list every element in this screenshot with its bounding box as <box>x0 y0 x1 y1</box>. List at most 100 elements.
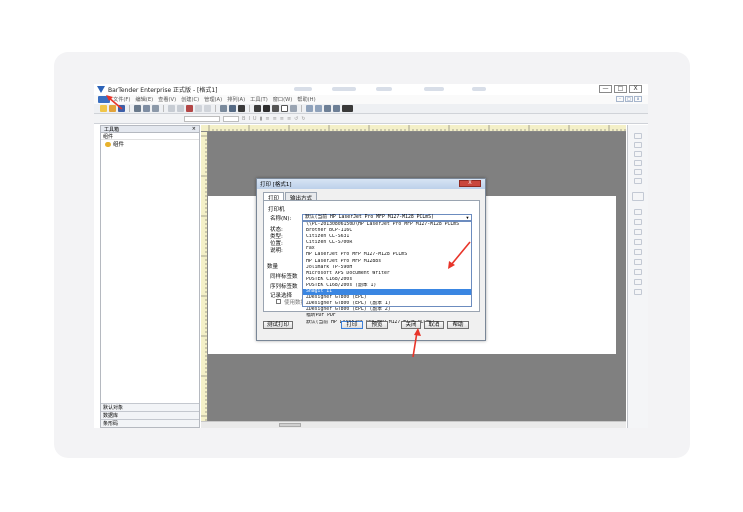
mdi-close-button[interactable]: x <box>634 96 642 102</box>
toolbox-tab-default-objects[interactable]: 默认对象 <box>101 403 199 411</box>
align-left-icon[interactable] <box>634 160 642 166</box>
database-icon[interactable] <box>333 105 340 112</box>
distribute-v-icon[interactable] <box>634 219 642 225</box>
horizontal-scrollbar[interactable] <box>201 421 626 428</box>
italic-icon[interactable]: I <box>248 116 249 122</box>
blur-region <box>424 87 444 91</box>
close-button[interactable]: X <box>629 85 642 93</box>
bring-front-icon[interactable] <box>634 259 642 265</box>
vertical-ruler <box>201 132 208 421</box>
help-button[interactable]: 帮助 <box>447 321 469 329</box>
tree-item-components[interactable]: 组件 <box>101 140 199 148</box>
panel-toggle-icon[interactable] <box>632 192 644 201</box>
same-width-icon[interactable] <box>634 229 642 235</box>
menu-help[interactable]: 帮助(H) <box>297 96 315 103</box>
rectangle-icon[interactable] <box>281 105 288 112</box>
horizontal-ruler <box>201 125 626 132</box>
menu-edit[interactable]: 编辑(E) <box>135 96 153 103</box>
menu-tools[interactable]: 工具(T) <box>250 96 268 103</box>
undo-icon[interactable] <box>195 105 202 112</box>
menu-create[interactable]: 创建(C) <box>181 96 199 103</box>
copy-icon[interactable] <box>177 105 184 112</box>
text-icon[interactable] <box>263 105 270 112</box>
close-dialog-button[interactable]: 关闭 <box>401 321 421 329</box>
blur-region <box>376 87 392 91</box>
use-database-checkbox[interactable] <box>276 299 281 304</box>
toolbox-tab-components[interactable]: 组件 <box>101 133 199 140</box>
text-cursor-icon[interactable] <box>238 105 245 112</box>
component-icon <box>105 141 111 147</box>
barcode-icon[interactable] <box>254 105 261 112</box>
align-bottom-icon[interactable] <box>634 151 642 157</box>
rotate-left-icon[interactable]: ↺ <box>294 116 298 122</box>
same-size-icon[interactable] <box>634 249 642 255</box>
toolbox-close-button[interactable]: × <box>192 126 196 132</box>
redo-icon[interactable] <box>204 105 211 112</box>
paste-icon[interactable] <box>186 105 193 112</box>
menu-file[interactable]: 文件(F) <box>113 96 130 103</box>
justify-icon[interactable]: ≡ <box>287 116 291 122</box>
print-button[interactable]: 打印 <box>341 321 363 329</box>
cut-icon[interactable] <box>168 105 175 112</box>
format-toolbar: B I U ▮ ≡ ≡ ≡ ≡ ↺ ↻ <box>94 114 648 124</box>
app-logo-icon <box>97 86 105 93</box>
maximize-button[interactable]: □ <box>614 85 627 93</box>
printer-dropdown-list: \\PC-20130806150D\HP LaserJet Pro MFP M1… <box>302 221 472 325</box>
font-name-field[interactable] <box>184 115 220 122</box>
rotate-right-icon[interactable]: ↻ <box>301 116 305 122</box>
dialog-close-button[interactable]: X <box>459 180 481 187</box>
print-setup-icon[interactable] <box>143 105 150 112</box>
same-height-icon[interactable] <box>634 239 642 245</box>
print-icon[interactable] <box>134 105 141 112</box>
blur-region <box>332 87 356 91</box>
zoom-tool-icon[interactable] <box>229 105 236 112</box>
align-right-icon[interactable] <box>634 178 642 184</box>
zoom-out-icon[interactable] <box>315 105 322 112</box>
menu-arrange[interactable]: 排列(A) <box>227 96 245 103</box>
chevron-down-icon[interactable]: ▼ <box>465 216 470 220</box>
bold-icon[interactable]: B <box>242 116 245 122</box>
toolbox-tab-database[interactable]: 数据库 <box>101 411 199 419</box>
open-icon[interactable] <box>109 105 116 112</box>
line-icon[interactable] <box>272 105 279 112</box>
page-setup-icon[interactable] <box>342 105 353 112</box>
menu-window[interactable]: 窗口(W) <box>273 96 293 103</box>
font-color-icon[interactable]: ▮ <box>260 116 263 122</box>
align-right-icon[interactable]: ≡ <box>280 116 284 122</box>
send-back-icon[interactable] <box>634 269 642 275</box>
align-center-icon[interactable]: ≡ <box>273 116 277 122</box>
cancel-button[interactable]: 取消 <box>424 321 444 329</box>
printer-select[interactable]: 默认(当前 HP LaserJet Pro MFP M127-M128 PCLm… <box>302 214 472 221</box>
distribute-h-icon[interactable] <box>634 209 642 215</box>
tree-item-label: 组件 <box>113 142 125 148</box>
dialog-title: 打印 [格式1] <box>260 182 292 188</box>
test-print-button[interactable]: 测试打印 <box>263 321 293 329</box>
picture-icon[interactable] <box>290 105 297 112</box>
align-center-icon[interactable] <box>634 169 642 175</box>
printer-name-label: 名称(N): <box>270 216 292 222</box>
mdi-restore-button[interactable]: □ <box>625 96 633 102</box>
align-middle-icon[interactable] <box>634 142 642 148</box>
align-left-icon[interactable]: ≡ <box>265 116 269 122</box>
group-icon[interactable] <box>634 279 642 285</box>
new-icon[interactable] <box>100 105 107 112</box>
minimize-button[interactable]: — <box>599 85 612 93</box>
toolbox-tab-barcode[interactable]: 条形码 <box>101 419 199 427</box>
save-icon[interactable] <box>118 105 125 112</box>
menu-view[interactable]: 查看(V) <box>158 96 176 103</box>
align-top-icon[interactable] <box>634 133 642 139</box>
underline-icon[interactable]: U <box>253 116 257 122</box>
copies-label: 同样标签数 <box>270 274 298 280</box>
menu-manage[interactable]: 管理(A) <box>204 96 222 103</box>
fit-page-icon[interactable] <box>324 105 331 112</box>
select-icon[interactable] <box>220 105 227 112</box>
preview-button[interactable]: 预览 <box>366 321 388 329</box>
zoom-in-icon[interactable] <box>306 105 313 112</box>
mdi-minimize-button[interactable]: - <box>616 96 624 102</box>
scroll-thumb[interactable] <box>279 423 301 427</box>
font-size-field[interactable] <box>223 115 239 122</box>
ungroup-icon[interactable] <box>634 289 642 295</box>
window-title: BarTender Enterprise 正式版 - [格式1] <box>108 87 218 94</box>
main-toolbar <box>94 104 648 114</box>
print-preview-icon[interactable] <box>152 105 159 112</box>
